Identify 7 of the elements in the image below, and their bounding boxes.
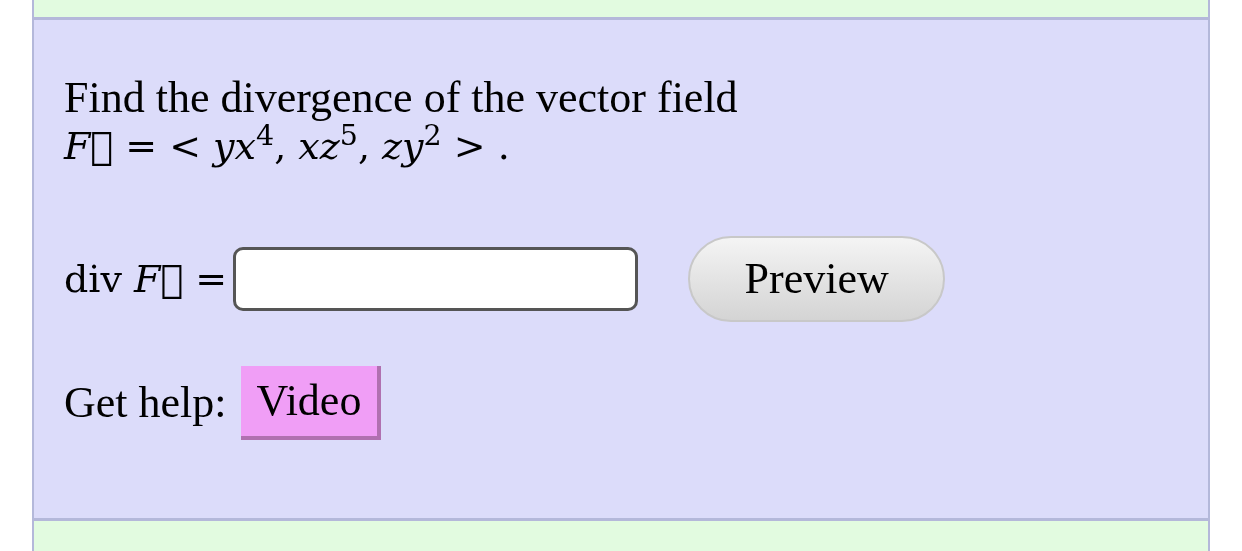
answer-field[interactable] <box>233 247 639 311</box>
vector-field-formula: F⃗ = < yx$^{4}$, xz$^{5}$, zy$^{2}$ > . <box>64 122 510 170</box>
preview-button[interactable]: Preview <box>688 236 946 322</box>
answer-label: div F⃗ = <box>64 256 228 303</box>
help-label: Get help: <box>64 379 227 427</box>
video-help-button[interactable]: Video <box>240 366 382 440</box>
question-text: Find the divergence of the vector field <box>64 74 738 122</box>
